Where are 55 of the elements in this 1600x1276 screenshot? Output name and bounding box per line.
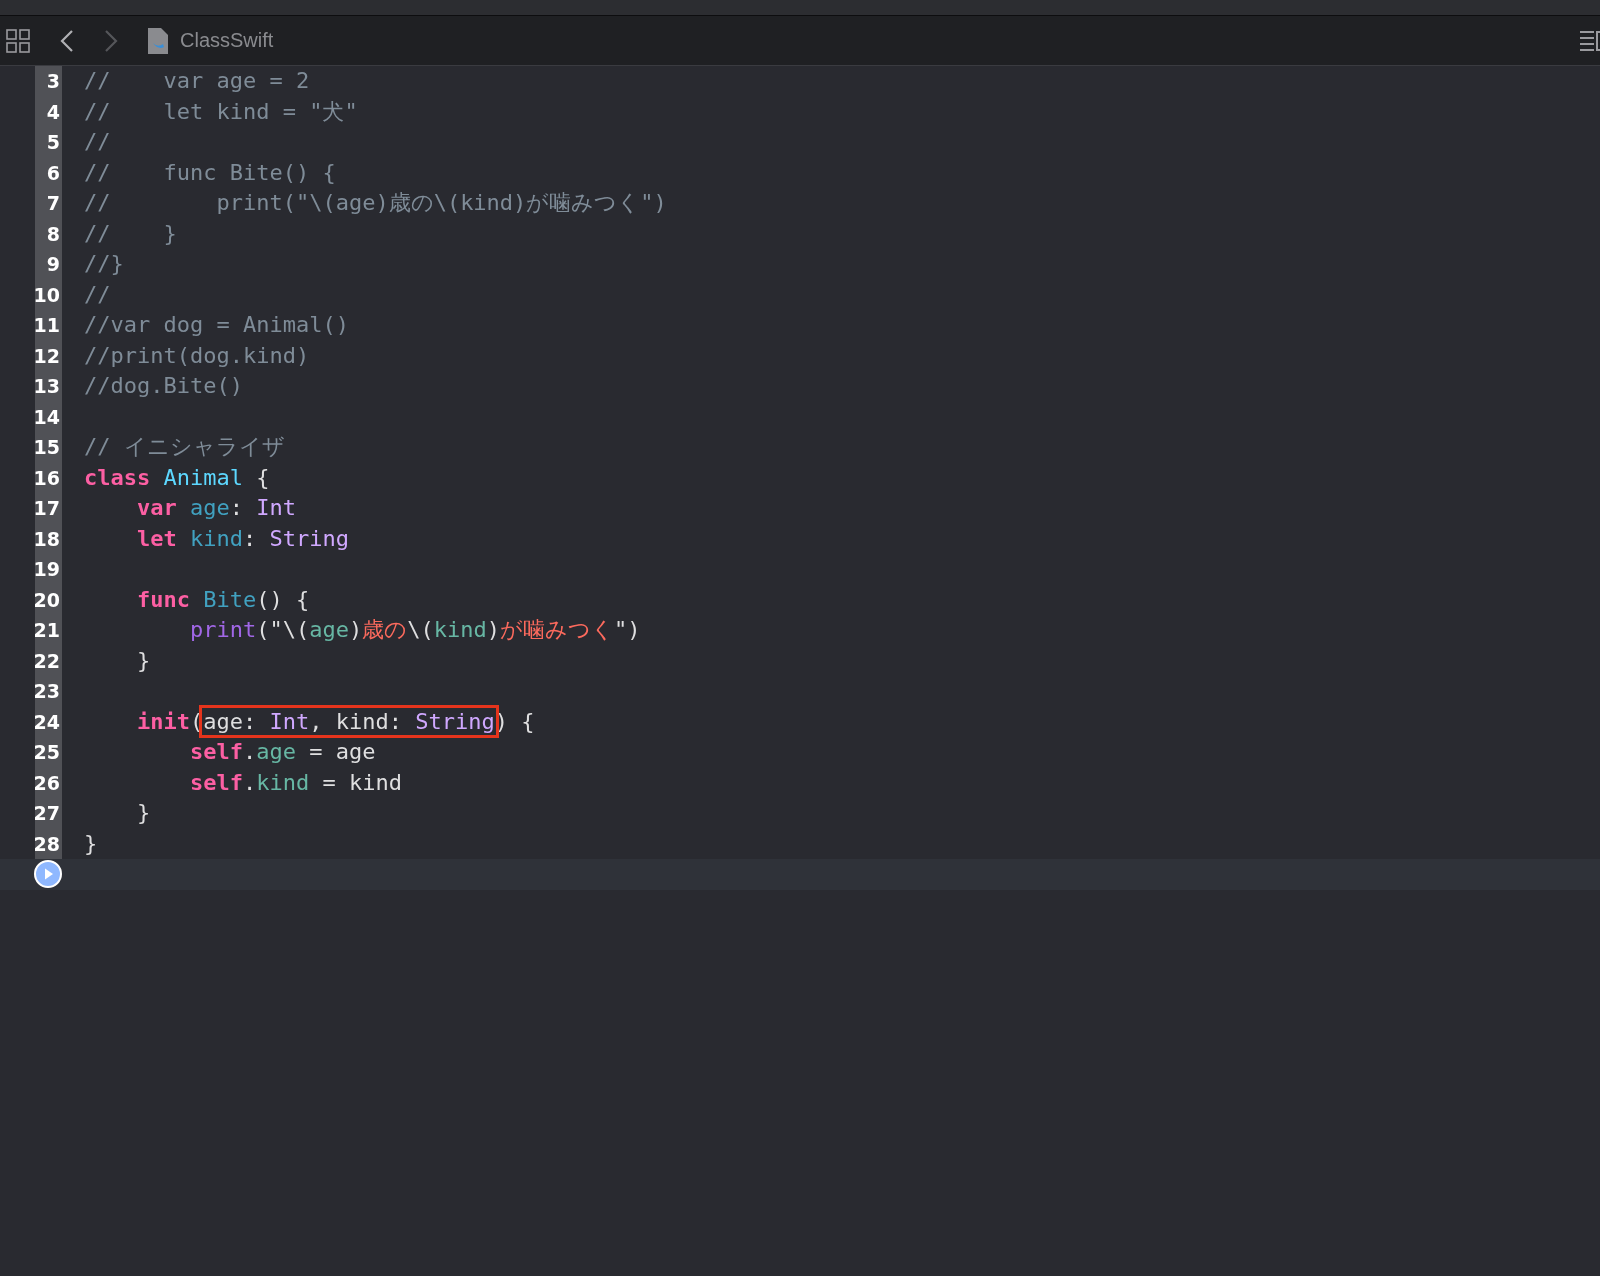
line-number: 14: [33, 405, 61, 428]
line-number: 9: [46, 253, 61, 276]
line-number: 24: [33, 710, 61, 733]
line-number: 5: [46, 131, 61, 154]
line-number: 6: [46, 161, 61, 184]
code-line: }: [83, 829, 98, 858]
line-number: 25: [33, 741, 61, 764]
line-number: 3: [46, 70, 61, 93]
code-line: }: [135, 799, 151, 828]
line-number: 13: [33, 375, 61, 398]
file-name[interactable]: ClassSwift: [180, 29, 274, 52]
code-line: // func Bite() {: [83, 158, 336, 187]
code-line: }: [135, 646, 151, 675]
line-number: 18: [33, 527, 61, 550]
back-icon[interactable]: [60, 28, 74, 53]
code-line: var age: Int: [135, 494, 296, 523]
code-line: //: [83, 280, 111, 309]
code-line: self.age = age: [188, 738, 376, 767]
line-number: 20: [33, 588, 61, 611]
list-icon[interactable]: [1580, 28, 1600, 53]
code-line: class Animal {: [83, 463, 270, 492]
swift-file-icon: [148, 27, 168, 54]
line-number: 28: [33, 832, 61, 855]
line-number: 19: [33, 558, 61, 581]
code-line: func Bite() {: [135, 585, 310, 614]
code-line: print("\(age)歳の\(kind)が噛みつく"): [188, 616, 641, 645]
code-line: // let kind = "犬": [83, 97, 358, 126]
code-line: //var dog = Animal(): [83, 311, 349, 340]
line-number: 10: [33, 283, 61, 306]
line-number: 7: [46, 192, 61, 215]
line-number: 26: [33, 771, 61, 794]
code-line: // }: [83, 219, 177, 248]
line-number: 27: [33, 802, 61, 825]
line-number: 23: [33, 680, 61, 703]
line-number: 12: [33, 344, 61, 367]
grid-icon[interactable]: [6, 28, 30, 53]
code-line: init(age: Int, kind: String) {: [62, 706, 535, 737]
line-number: 17: [33, 497, 61, 520]
code-line: //dog.Bite(): [83, 372, 243, 401]
line-number: 16: [33, 466, 61, 489]
line-number: 21: [33, 619, 61, 642]
code-line: //print(dog.kind): [83, 341, 310, 370]
line-number: 15: [33, 436, 61, 459]
code-line: // var age = 2: [83, 67, 310, 96]
run-icon[interactable]: [34, 860, 62, 889]
code-line: // イニシャライザ: [83, 433, 285, 462]
line-number: 4: [46, 100, 61, 123]
line-number: 8: [46, 222, 61, 245]
code-line: //}: [83, 250, 124, 279]
line-number: 22: [33, 649, 61, 672]
code-line: self.kind = kind: [188, 768, 402, 797]
code-line: //: [83, 128, 111, 157]
code-line: // print("\(age)歳の\(kind)が噛みつく"): [83, 189, 667, 218]
line-number: 11: [33, 314, 61, 337]
code-line: let kind: String: [135, 524, 349, 553]
